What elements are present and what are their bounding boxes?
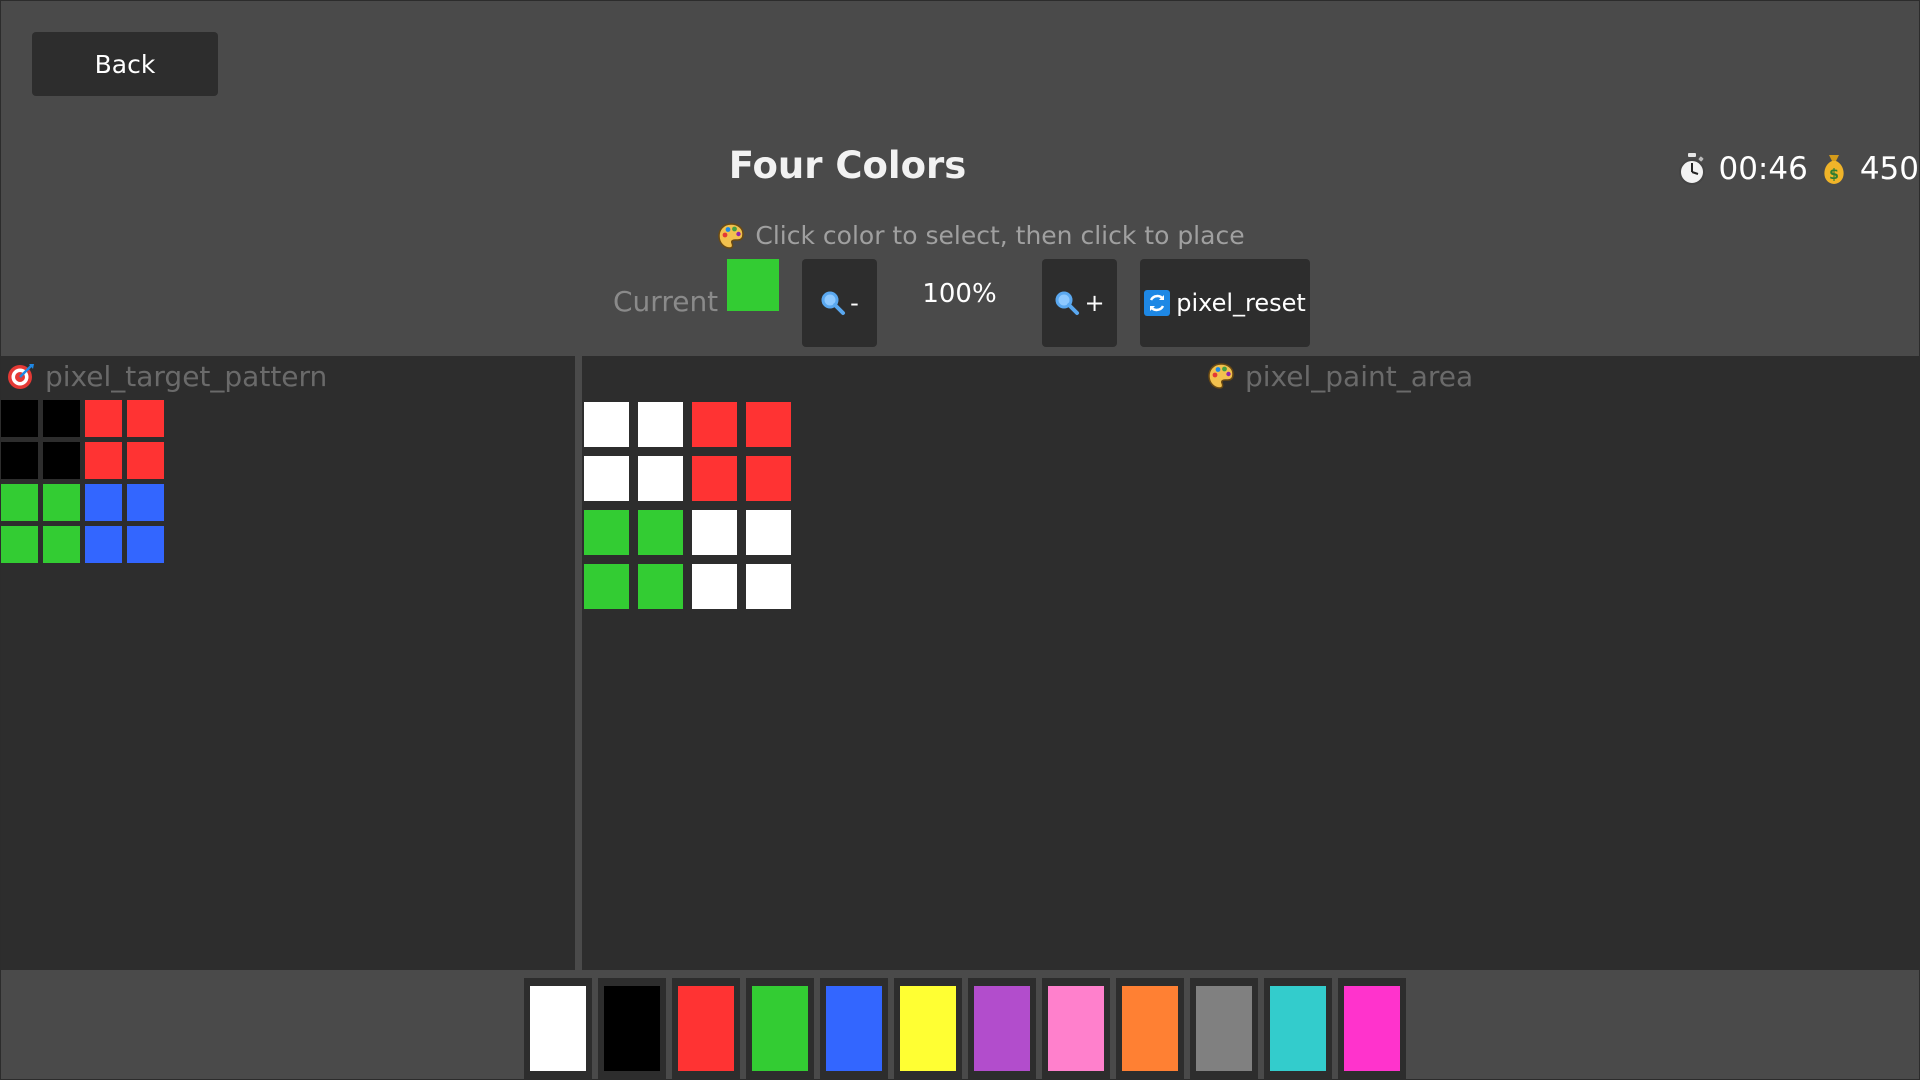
- stats-bar: 00:46 $ 450: [1676, 148, 1919, 190]
- palette-swatch: [1270, 986, 1326, 1071]
- palette-color-purple[interactable]: [968, 978, 1036, 1080]
- back-button[interactable]: Back: [32, 32, 218, 96]
- paint-panel-header: pixel_paint_area: [1207, 358, 1473, 394]
- paint-area-grid: [584, 402, 791, 609]
- reset-label: pixel_reset: [1176, 289, 1306, 317]
- palette-color-magenta[interactable]: [1338, 978, 1406, 1080]
- paint-pixel[interactable]: [746, 564, 791, 609]
- target-pixel: [85, 400, 122, 437]
- paint-pixel[interactable]: [584, 564, 629, 609]
- timer-value: 00:46: [1718, 151, 1808, 187]
- palette-swatch: [604, 986, 660, 1071]
- target-pixel: [127, 442, 164, 479]
- current-color-swatch: [727, 259, 779, 311]
- hint-text: Click color to select, then click to pla…: [755, 221, 1245, 250]
- coins-value: 450: [1859, 151, 1919, 187]
- paint-panel-label: pixel_paint_area: [1245, 359, 1474, 393]
- zoom-out-button[interactable]: -: [802, 259, 877, 347]
- palette-color-yellow[interactable]: [894, 978, 962, 1080]
- palette-icon: [718, 222, 745, 249]
- palette-swatch: [900, 986, 956, 1071]
- target-pixel: [85, 526, 122, 563]
- magnifier-icon: [1055, 291, 1080, 315]
- palette-swatch: [974, 986, 1030, 1071]
- paint-pixel[interactable]: [584, 510, 629, 555]
- palette-swatch: [530, 986, 586, 1071]
- coins-stat: $ 450: [1818, 151, 1919, 187]
- palette-swatch: [1122, 986, 1178, 1071]
- palette-swatch: [752, 986, 808, 1071]
- target-pixel: [1, 526, 38, 563]
- palette-color-white[interactable]: [524, 978, 592, 1080]
- paint-pixel[interactable]: [638, 510, 683, 555]
- zoom-in-label: +: [1084, 289, 1105, 317]
- palette-swatch: [826, 986, 882, 1071]
- zoom-level: 100%: [922, 279, 997, 309]
- target-pixel: [43, 400, 80, 437]
- palette-swatch: [1048, 986, 1104, 1071]
- target-pixel: [1, 484, 38, 521]
- paint-pixel[interactable]: [692, 510, 737, 555]
- level-title: Four Colors: [728, 144, 967, 187]
- toolbar: Current - 100% + pixel_reset: [1, 259, 1920, 349]
- palette-color-orange[interactable]: [1116, 978, 1184, 1080]
- palette-color-black[interactable]: [598, 978, 666, 1080]
- palette-swatch: [1344, 986, 1400, 1071]
- target-pattern-panel: pixel_target_pattern: [1, 356, 575, 970]
- paint-pixel[interactable]: [692, 456, 737, 501]
- palette-color-cyan[interactable]: [1264, 978, 1332, 1080]
- paint-pixel[interactable]: [638, 402, 683, 447]
- paint-pixel[interactable]: [746, 402, 791, 447]
- target-pixel: [1, 442, 38, 479]
- palette-color-red[interactable]: [672, 978, 740, 1080]
- paint-pixel[interactable]: [638, 564, 683, 609]
- paint-pixel[interactable]: [638, 456, 683, 501]
- target-panel-label: pixel_target_pattern: [45, 359, 328, 393]
- target-icon: [8, 364, 34, 389]
- palette-swatch: [678, 986, 734, 1071]
- paint-area-panel: pixel_paint_area: [582, 356, 1920, 970]
- palette-swatch: [1196, 986, 1252, 1071]
- reset-button[interactable]: pixel_reset: [1140, 259, 1310, 347]
- palette-color-gray[interactable]: [1190, 978, 1258, 1080]
- palette-icon: [1208, 363, 1234, 389]
- game-screen: Back Four Colors 00:46 $ 450 Click color…: [0, 0, 1920, 1080]
- target-pixel: [127, 484, 164, 521]
- paint-pixel[interactable]: [584, 456, 629, 501]
- target-pixel: [43, 484, 80, 521]
- current-color-label: Current: [613, 285, 719, 318]
- zoom-out-label: -: [850, 289, 859, 317]
- target-pixel: [43, 526, 80, 563]
- palette-color-green[interactable]: [746, 978, 814, 1080]
- paint-pixel[interactable]: [692, 402, 737, 447]
- stopwatch-icon: [1679, 153, 1706, 185]
- instruction-hint: Click color to select, then click to pla…: [1, 221, 1920, 250]
- refresh-icon: [1144, 290, 1171, 316]
- paint-pixel[interactable]: [746, 456, 791, 501]
- target-pixel: [85, 484, 122, 521]
- palette-color-pink[interactable]: [1042, 978, 1110, 1080]
- target-pixel: [127, 526, 164, 563]
- target-pixel: [1, 400, 38, 437]
- paint-pixel[interactable]: [584, 402, 629, 447]
- magnifier-icon: [821, 291, 846, 315]
- paint-pixel[interactable]: [692, 564, 737, 609]
- timer-stat: 00:46: [1676, 151, 1808, 187]
- target-pattern-grid: [1, 400, 164, 563]
- target-pixel: [127, 400, 164, 437]
- zoom-in-button[interactable]: +: [1042, 259, 1117, 347]
- color-palette: [524, 978, 1406, 1080]
- paint-pixel[interactable]: [746, 510, 791, 555]
- palette-color-blue[interactable]: [820, 978, 888, 1080]
- target-pixel: [85, 442, 122, 479]
- money-bag-icon: $: [1824, 155, 1844, 184]
- svg-text:$: $: [1829, 167, 1839, 183]
- target-pixel: [43, 442, 80, 479]
- target-panel-header: pixel_target_pattern: [7, 358, 327, 394]
